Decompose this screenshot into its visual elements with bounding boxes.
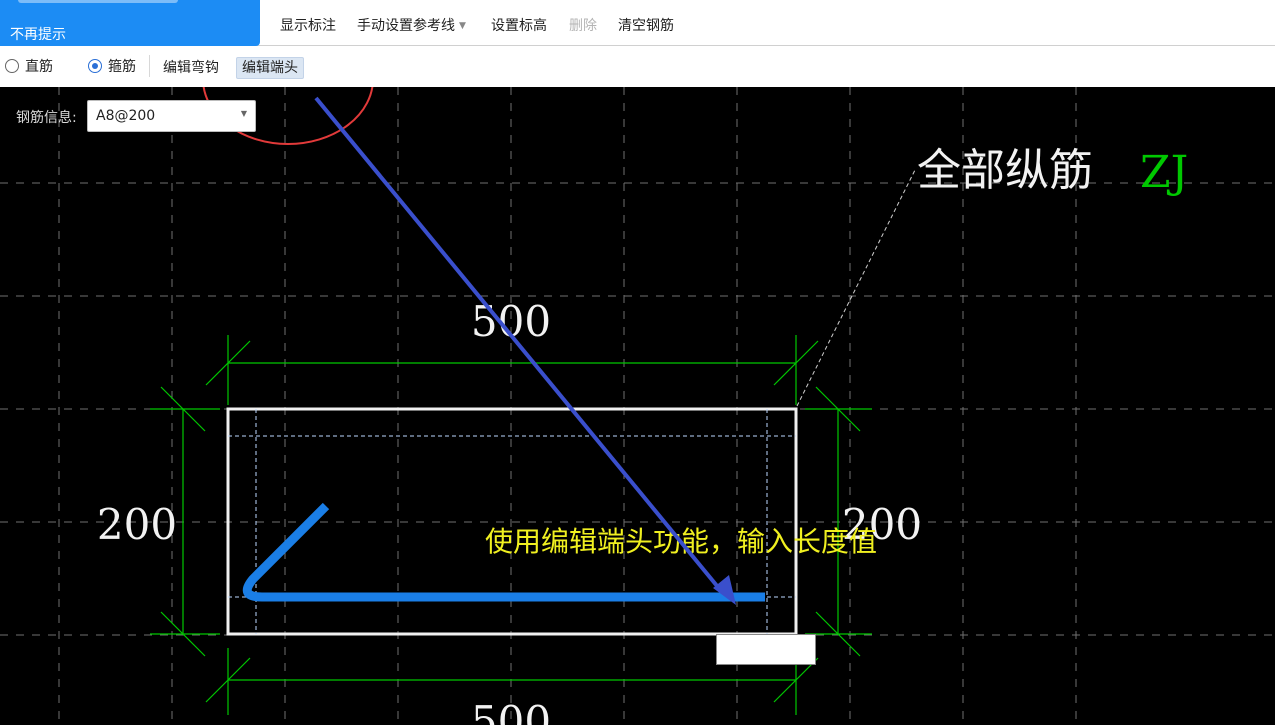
tip-banner-header (18, 0, 178, 3)
stirrup-label: 箍筋 (108, 59, 136, 75)
straight-rebar-label: 直筋 (25, 59, 53, 75)
rebar-info-select[interactable]: A8@200 ▼ (87, 100, 256, 132)
toolbar-divider (149, 55, 150, 77)
rebar-info-label: 钢筋信息: (16, 110, 77, 126)
rebar-title: 全部纵筋 (917, 145, 1093, 196)
dont-show-again-link[interactable]: 不再提示 (10, 24, 66, 44)
chevron-down-icon: ▼ (240, 109, 247, 118)
edit-hook-button[interactable]: 编辑弯钩 (158, 57, 224, 79)
straight-rebar-radio[interactable]: 直筋 (5, 56, 53, 76)
delete-button[interactable]: 删除 (569, 15, 597, 35)
chevron-down-icon: ▼ (459, 21, 466, 31)
dim-top-label: 500 (471, 297, 551, 346)
radio-unchecked-icon (5, 59, 19, 73)
stirrup-radio[interactable]: 箍筋 (88, 56, 136, 76)
length-input[interactable] (716, 634, 816, 665)
dim-left-label: 200 (97, 500, 177, 549)
edit-end-button[interactable]: 编辑端头 (236, 57, 304, 79)
radio-checked-icon (88, 59, 102, 73)
show-dims-button[interactable]: 显示标注 (280, 15, 336, 35)
tip-banner: 不再提示 (0, 0, 260, 46)
clear-rebar-button[interactable]: 清空钢筋 (618, 15, 674, 35)
drawing-canvas[interactable]: 500 500 200 200 全部纵筋 ZJ 使用编辑端头功能，输入长度值 (0, 87, 1275, 725)
set-ref-line-dropdown[interactable]: 手动设置参考线 ▼ (357, 15, 466, 35)
dim-bottom-label: 500 (471, 697, 551, 725)
set-elevation-button[interactable]: 设置标高 (491, 15, 547, 35)
rebar-type-toolbar: 直筋 箍筋 编辑弯钩 编辑端头 (0, 46, 1275, 87)
set-ref-line-label: 手动设置参考线 (357, 18, 455, 34)
rebar-code: ZJ (1140, 147, 1188, 198)
rebar-info-value: A8@200 (96, 108, 156, 124)
leader-line (796, 169, 916, 407)
